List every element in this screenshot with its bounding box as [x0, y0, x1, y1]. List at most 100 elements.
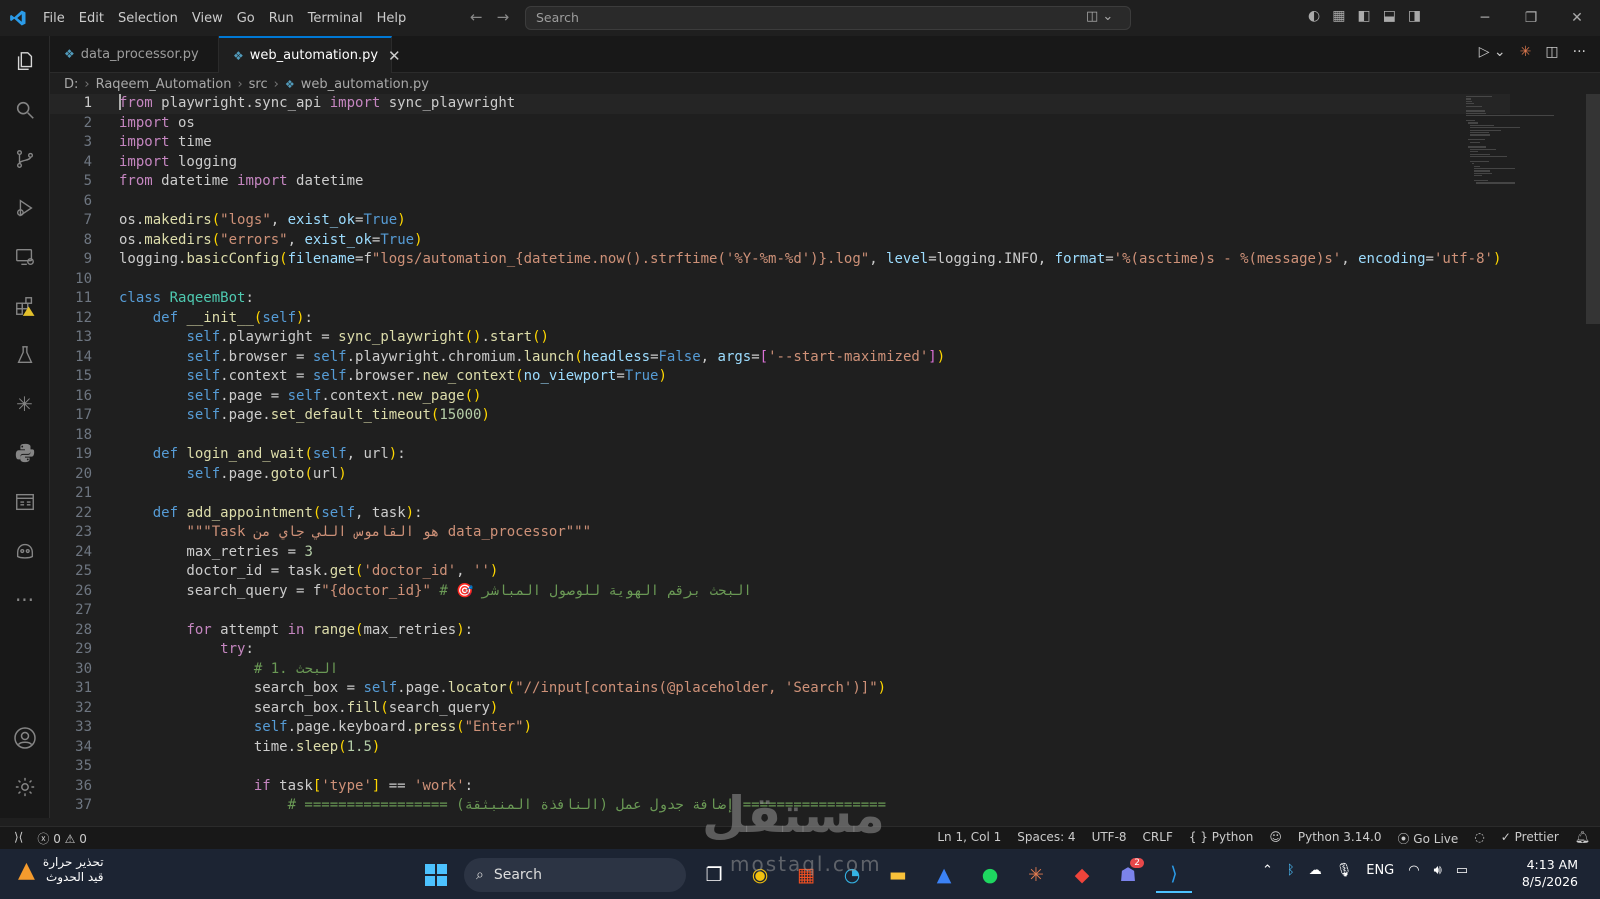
split-editor-icon[interactable]: ◫	[1545, 44, 1558, 60]
line-number[interactable]: 23	[50, 523, 92, 543]
line-number[interactable]: 17	[50, 406, 92, 426]
code-text[interactable]: from playwright.sync_api import sync_pla…	[119, 94, 515, 114]
search-icon[interactable]	[0, 90, 49, 130]
problems-indicator[interactable]: ⓧ 0 ⚠ 0	[37, 830, 87, 847]
restore-icon[interactable]: ❐	[1508, 0, 1554, 36]
line-number[interactable]: 26	[50, 582, 92, 602]
line-number[interactable]: 13	[50, 328, 92, 348]
breadcrumb-file[interactable]: web_automation.py	[301, 77, 429, 92]
menu-run[interactable]: Run	[262, 11, 301, 26]
code-line[interactable]: 13 self.playwright = sync_playwright().s…	[50, 328, 1510, 348]
code-line[interactable]: 30 # 1. البحث	[50, 660, 1510, 680]
line-number[interactable]: 4	[50, 153, 92, 173]
code-line[interactable]: 12 def __init__(self):	[50, 309, 1510, 329]
code-text[interactable]: self.page.keyboard.press("Enter")	[119, 718, 532, 738]
line-number[interactable]: 2	[50, 114, 92, 134]
line-number[interactable]: 5	[50, 172, 92, 192]
microphone-icon[interactable]: 🎙︎	[1336, 863, 1353, 878]
claude-code-icon[interactable]: ✳	[1520, 44, 1532, 60]
go-live-button[interactable]: ⦿ Go Live	[1397, 830, 1458, 847]
code-text[interactable]: def __init__(self):	[119, 309, 313, 329]
code-line[interactable]: 22 def add_appointment(self, task):	[50, 504, 1510, 524]
menu-terminal[interactable]: Terminal	[301, 11, 370, 26]
code-text[interactable]: search_box = self.page.locator("//input[…	[119, 679, 886, 699]
close-window-icon[interactable]: ✕	[1554, 0, 1600, 36]
arc-app-icon[interactable]: ▲	[926, 858, 962, 892]
line-number[interactable]: 34	[50, 738, 92, 758]
code-text[interactable]: if task['type'] == 'work':	[119, 777, 473, 797]
vscode-taskbar-icon[interactable]: ⟩	[1156, 857, 1192, 893]
code-line[interactable]: 11 class RaqeemBot:	[50, 289, 1510, 309]
menu-edit[interactable]: Edit	[72, 11, 111, 26]
encoding[interactable]: UTF-8	[1092, 830, 1127, 847]
line-number[interactable]: 16	[50, 387, 92, 407]
code-text[interactable]: from datetime import datetime	[119, 172, 363, 192]
code-line[interactable]: 14 self.browser = self.playwright.chromi…	[50, 348, 1510, 368]
code-text[interactable]: max_retries = 3	[119, 543, 312, 563]
language-indicator[interactable]: ENG	[1366, 863, 1394, 878]
run-debug-icon[interactable]	[0, 188, 49, 228]
line-number[interactable]: 1	[50, 94, 92, 114]
back-arrow-icon[interactable]: ←	[470, 8, 483, 26]
code-text[interactable]: self.page = self.context.new_page()	[119, 387, 481, 407]
code-line[interactable]: 15 self.context = self.browser.new_conte…	[50, 367, 1510, 387]
battery-icon[interactable]: ▭	[1456, 863, 1468, 878]
code-line[interactable]: 10	[50, 270, 1510, 290]
prettier-status[interactable]: ✓ Prettier	[1501, 830, 1559, 847]
customize-layout-icon[interactable]: ▦	[1332, 8, 1345, 24]
python-interpreter[interactable]: Python 3.14.0	[1298, 830, 1382, 847]
line-number[interactable]: 25	[50, 562, 92, 582]
line-number[interactable]: 31	[50, 679, 92, 699]
taskbar-search[interactable]: ⌕ Search	[464, 858, 686, 892]
code-text[interactable]: logging.basicConfig(filename=f"logs/auto…	[119, 250, 1501, 270]
line-number[interactable]: 33	[50, 718, 92, 738]
weather-widget[interactable]: ▲ تحذير حرارة قيد الحدوث	[18, 855, 104, 885]
code-line[interactable]: 5 from datetime import datetime	[50, 172, 1510, 192]
line-number[interactable]: 12	[50, 309, 92, 329]
cursor-position[interactable]: Ln 1, Col 1	[937, 830, 1001, 847]
line-number[interactable]: 9	[50, 250, 92, 270]
line-number[interactable]: 7	[50, 211, 92, 231]
extensions-icon[interactable]	[0, 286, 49, 326]
code-text[interactable]: search_query = f"{doctor_id}" # 🎯 البحث …	[119, 582, 751, 602]
minimize-icon[interactable]: ─	[1462, 0, 1508, 36]
line-number[interactable]: 37	[50, 796, 92, 816]
tab-data-processor[interactable]: ❖ data_processor.py	[50, 36, 219, 72]
code-line[interactable]: 2 import os	[50, 114, 1510, 134]
code-text[interactable]: self.page.goto(url)	[119, 465, 346, 485]
code-line[interactable]: 33 self.page.keyboard.press("Enter")	[50, 718, 1510, 738]
remote-indicator-icon[interactable]: ⟩⟨	[14, 830, 23, 847]
anydesk-icon[interactable]: ◆	[1064, 858, 1100, 892]
tray-overflow-icon[interactable]: ⌃	[1262, 863, 1273, 878]
code-line[interactable]: 25 doctor_id = task.get('doctor_id', '')	[50, 562, 1510, 582]
code-line[interactable]: 21	[50, 484, 1510, 504]
minimap[interactable]	[1466, 94, 1556, 234]
run-file-icon[interactable]: ▷ ⌄	[1479, 44, 1506, 60]
remote-explorer-icon[interactable]	[0, 237, 49, 277]
teams-icon[interactable]: ☗ 2	[1110, 858, 1146, 892]
code-text[interactable]: self.context = self.browser.new_context(…	[119, 367, 666, 387]
code-text[interactable]: self.playwright = sync_playwright().star…	[119, 328, 549, 348]
toggle-primary-sidebar-icon[interactable]: ◧	[1357, 8, 1370, 24]
task-view-icon[interactable]: ❐	[696, 858, 732, 892]
code-text[interactable]: time.sleep(1.5)	[119, 738, 380, 758]
source-control-icon[interactable]	[0, 139, 49, 179]
code-line[interactable]: 4 import logging	[50, 153, 1510, 173]
line-number[interactable]: 22	[50, 504, 92, 524]
line-number[interactable]: 6	[50, 192, 92, 212]
code-text[interactable]: self.browser = self.playwright.chromium.…	[119, 348, 945, 368]
project-manager-icon[interactable]	[0, 482, 49, 522]
code-line[interactable]: 20 self.page.goto(url)	[50, 465, 1510, 485]
wifi-icon[interactable]: ◠	[1408, 863, 1419, 878]
menu-file[interactable]: File	[36, 11, 72, 26]
line-number[interactable]: 3	[50, 133, 92, 153]
testing-flask-icon[interactable]	[0, 335, 49, 375]
line-number[interactable]: 30	[50, 660, 92, 680]
code-text[interactable]: import time	[119, 133, 212, 153]
code-line[interactable]: 24 max_retries = 3	[50, 543, 1510, 563]
code-line[interactable]: 29 try:	[50, 640, 1510, 660]
explorer-icon[interactable]	[0, 41, 49, 81]
code-line[interactable]: 19 def login_and_wait(self, url):	[50, 445, 1510, 465]
menu-selection[interactable]: Selection	[111, 11, 185, 26]
code-line[interactable]: 6	[50, 192, 1510, 212]
